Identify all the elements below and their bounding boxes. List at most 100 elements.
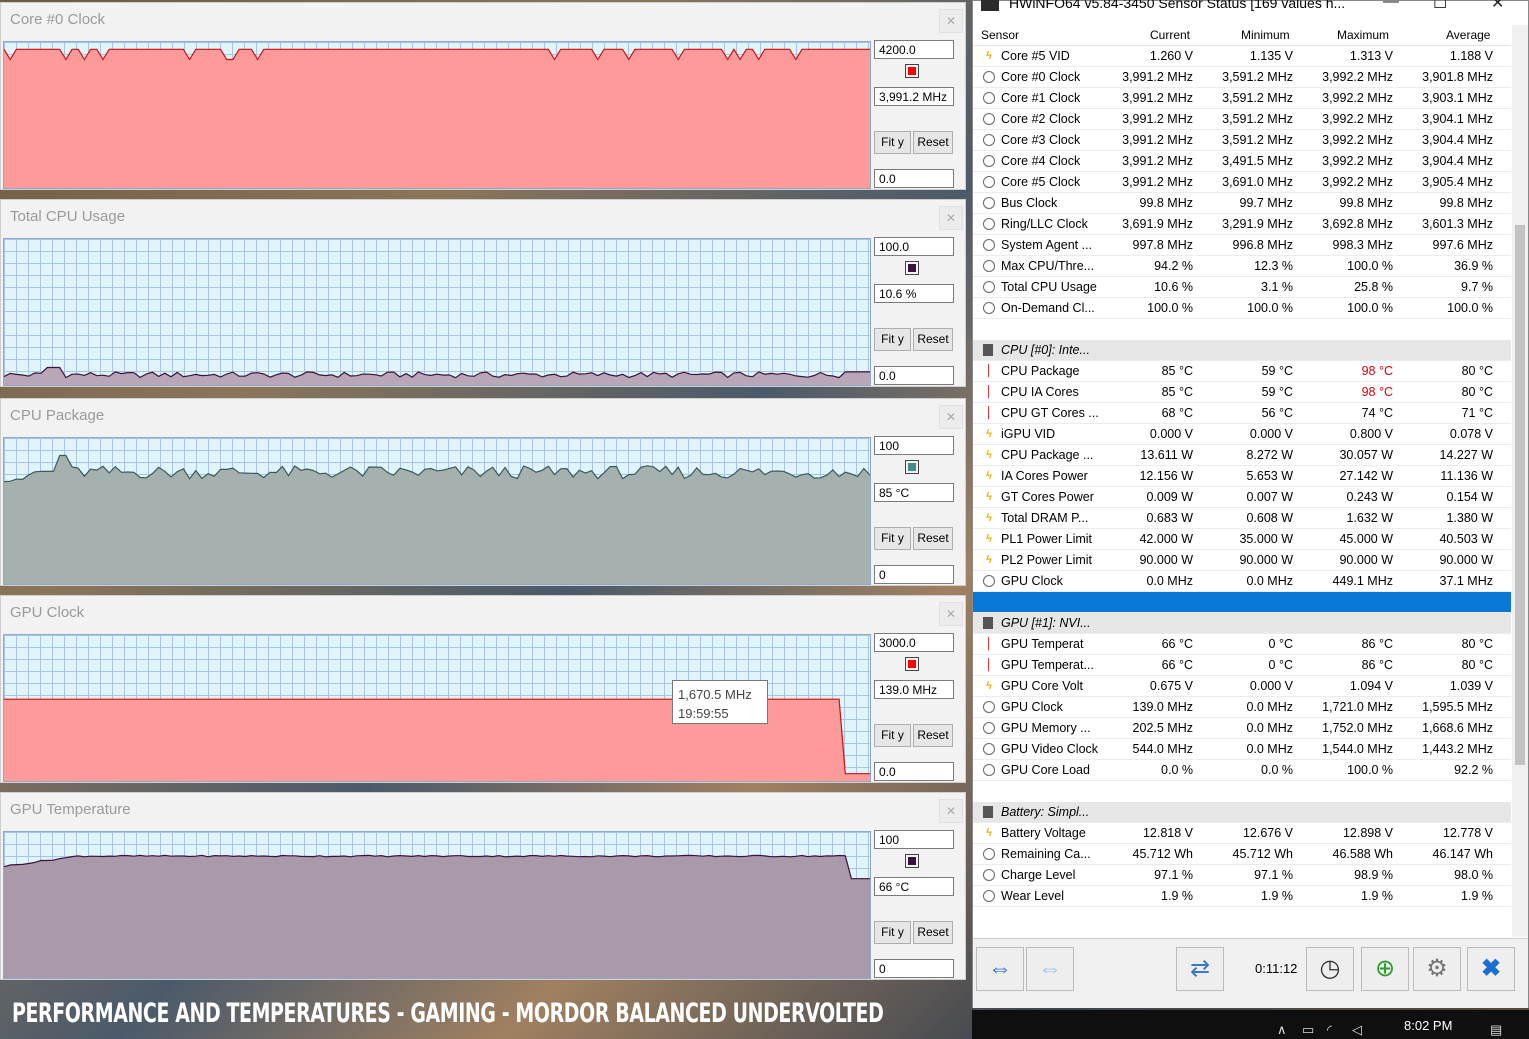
sensor-row[interactable]: Total CPU Usage 10.6 % 3.1 % 25.8 % 9.7 %: [973, 277, 1511, 298]
add-report-icon[interactable]: ⊕: [1361, 947, 1409, 991]
graph-max-input[interactable]: 3000.0: [874, 633, 954, 652]
reset-button[interactable]: Reset: [913, 131, 953, 154]
graph-close-icon[interactable]: ✕: [939, 206, 963, 230]
sensor-row[interactable]: Wear Level 1.9 % 1.9 % 1.9 % 1.9 %: [973, 886, 1511, 907]
graph-close-icon[interactable]: ✕: [939, 405, 963, 429]
volume-icon[interactable]: ◁: [1352, 1022, 1362, 1038]
arrows-left-right-icon[interactable]: ⇔: [976, 947, 1024, 991]
battery-icon[interactable]: ▭: [1302, 1022, 1314, 1038]
reset-button[interactable]: Reset: [913, 328, 953, 351]
sensor-row[interactable]: ϟ PL1 Power Limit 42.000 W 35.000 W 45.000 W…: [973, 529, 1511, 550]
gauge-icon: [983, 869, 995, 881]
sensor-row[interactable]: Core #5 Clock 3,991.2 MHz 3,691.0 MHz 3,992…: [973, 172, 1511, 193]
fit-y-button[interactable]: Fit y: [874, 328, 911, 351]
graph-max-input[interactable]: 100: [874, 830, 954, 849]
sensor-group-header[interactable]: GPU [#1]: NVI...: [973, 613, 1511, 634]
sensor-row[interactable]: On-Demand Cl... 100.0 % 100.0 % 100.0 % 100.…: [973, 298, 1511, 319]
graph-color-swatch[interactable]: [905, 657, 919, 671]
maximize-icon[interactable]: ☐: [1433, 0, 1447, 13]
reset-button[interactable]: Reset: [913, 724, 953, 747]
graph-min-input[interactable]: 0.0: [874, 762, 954, 781]
fit-y-button[interactable]: Fit y: [874, 921, 911, 944]
graph-plot[interactable]: [3, 238, 871, 386]
sensor-row[interactable]: ϟ GPU Core Volt 0.675 V 0.000 V 1.094 V 1.039…: [973, 676, 1511, 697]
sensor-row[interactable]: Core #2 Clock 3,991.2 MHz 3,591.2 MHz 3,992…: [973, 109, 1511, 130]
fit-y-button[interactable]: Fit y: [874, 131, 911, 154]
sensor-row[interactable]: ϟ IA Cores Power 12.156 W 5.653 W 27.142 W 11…: [973, 466, 1511, 487]
arrows-collapse-icon[interactable]: ⇔: [1026, 947, 1074, 991]
sensor-row[interactable]: System Agent ... 997.8 MHz 996.8 MHz 998.3 …: [973, 235, 1511, 256]
sensor-row[interactable]: Remaining Ca... 45.712 Wh 45.712 Wh 46.588 …: [973, 844, 1511, 865]
sensor-list[interactable]: ϟ Core #5 VID 1.260 V 1.135 V 1.313 V 1.188 V…: [973, 46, 1511, 936]
close-icon[interactable]: ✕: [1491, 0, 1504, 13]
sensor-row[interactable]: GPU Clock 0.0 MHz 0.0 MHz 449.1 MHz 37.1 MHz: [973, 571, 1511, 592]
col-current[interactable]: Current: [1150, 28, 1190, 42]
graph-min-input[interactable]: 0: [874, 565, 954, 584]
sensor-row[interactable]: ϟ CPU Package ... 13.611 W 8.272 W 30.057 W1…: [973, 445, 1511, 466]
sensor-group-header[interactable]: CPU [#0]: Inte...: [973, 340, 1511, 361]
graph-max-input[interactable]: 100.0: [874, 237, 954, 256]
sensor-row[interactable]: │ CPU GT Cores ... 68 °C 56 °C 74 °C 71 °C: [973, 403, 1511, 424]
sensor-row[interactable]: Core #0 Clock 3,991.2 MHz 3,591.2 MHz 3,992…: [973, 67, 1511, 88]
sensor-row[interactable]: ϟ Battery Voltage 12.818 V 12.676 V 12.898 V…: [973, 823, 1511, 844]
graph-plot[interactable]: [3, 437, 871, 585]
sensor-row[interactable]: │ GPU Temperat... 66 °C 0 °C 86 °C 80 °C: [973, 655, 1511, 676]
graph-close-icon[interactable]: ✕: [939, 602, 963, 626]
sensor-row[interactable]: Core #4 Clock 3,991.2 MHz 3,491.5 MHz 3,992…: [973, 151, 1511, 172]
sensor-row[interactable]: [973, 592, 1511, 613]
sensor-row[interactable]: GPU Core Load 0.0 % 0.0 % 100.0 % 92.2 %: [973, 760, 1511, 781]
minimize-icon[interactable]: —: [1383, 0, 1399, 11]
col-maximum[interactable]: Maximum: [1337, 28, 1389, 42]
sensor-row[interactable]: Core #1 Clock 3,991.2 MHz 3,591.2 MHz 3,992…: [973, 88, 1511, 109]
fit-y-button[interactable]: Fit y: [874, 724, 911, 747]
sensor-row[interactable]: │ CPU IA Cores 85 °C 59 °C 98 °C 80 °C: [973, 382, 1511, 403]
window-titlebar[interactable]: HWiNFO64 v5.84-3450 Sensor Status [169 v…: [973, 0, 1528, 23]
graph-color-swatch[interactable]: [905, 460, 919, 474]
sensor-row[interactable]: [973, 781, 1511, 802]
sensor-row[interactable]: GPU Video Clock 544.0 MHz 0.0 MHz 1,544.0 M…: [973, 739, 1511, 760]
sensor-row[interactable]: ϟ GT Cores Power 0.009 W 0.007 W 0.243 W 0.15…: [973, 487, 1511, 508]
chevron-up-icon[interactable]: ∧: [1277, 1022, 1287, 1038]
sensor-row[interactable]: │ CPU Package 85 °C 59 °C 98 °C 80 °C: [973, 361, 1511, 382]
graph-max-input[interactable]: 4200.0: [874, 40, 954, 59]
graph-min-input[interactable]: 0.0: [874, 366, 954, 385]
sensor-row[interactable]: Charge Level 97.1 % 97.1 % 98.9 % 98.0 %: [973, 865, 1511, 886]
reset-button[interactable]: Reset: [913, 527, 953, 550]
sensor-row[interactable]: ϟ iGPU VID 0.000 V 0.000 V 0.800 V 0.078 V: [973, 424, 1511, 445]
graph-plot[interactable]: [3, 831, 871, 979]
network-icon[interactable]: ⇄: [1176, 947, 1224, 991]
sensor-row[interactable]: Bus Clock 99.8 MHz 99.7 MHz 99.8 MHz 99.8 MH…: [973, 193, 1511, 214]
graph-min-input[interactable]: 0: [874, 959, 954, 978]
reset-button[interactable]: Reset: [913, 921, 953, 944]
fit-y-button[interactable]: Fit y: [874, 527, 911, 550]
sensor-row[interactable]: Max CPU/Thre... 94.2 % 12.3 % 100.0 % 36.9 %: [973, 256, 1511, 277]
scroll-thumb[interactable]: [1515, 225, 1525, 765]
sensor-row[interactable]: [973, 319, 1511, 340]
sensor-row[interactable]: GPU Memory ... 202.5 MHz 0.0 MHz 1,752.0 MH…: [973, 718, 1511, 739]
sensor-row[interactable]: Core #3 Clock 3,991.2 MHz 3,591.2 MHz 3,992…: [973, 130, 1511, 151]
close-sensors-icon[interactable]: ✖: [1467, 947, 1515, 991]
graph-plot[interactable]: [3, 41, 871, 189]
wifi-icon[interactable]: ◜: [1327, 1022, 1332, 1038]
graph-color-swatch[interactable]: [905, 64, 919, 78]
col-average[interactable]: Average: [1446, 28, 1490, 42]
graph-close-icon[interactable]: ✕: [939, 799, 963, 823]
sensor-row[interactable]: ϟ Core #5 VID 1.260 V 1.135 V 1.313 V 1.188 V: [973, 46, 1511, 67]
sensor-group-header[interactable]: Battery: Simpl...: [973, 802, 1511, 823]
col-minimum[interactable]: Minimum: [1241, 28, 1290, 42]
sensor-row[interactable]: Ring/LLC Clock 3,691.9 MHz 3,291.9 MHz 3,69…: [973, 214, 1511, 235]
sensor-row[interactable]: ϟ PL2 Power Limit 90.000 W 90.000 W 90.000 W…: [973, 550, 1511, 571]
gear-icon[interactable]: ⚙: [1413, 947, 1461, 991]
graph-max-input[interactable]: 100: [874, 436, 954, 455]
graph-min-input[interactable]: 0.0: [874, 169, 954, 188]
vertical-scrollbar[interactable]: [1512, 25, 1528, 937]
notifications-icon[interactable]: ▤: [1490, 1022, 1502, 1038]
sensor-row[interactable]: │ GPU Temperat 66 °C 0 °C 86 °C 80 °C: [973, 634, 1511, 655]
clock-icon[interactable]: ◷: [1306, 947, 1354, 991]
graph-color-swatch[interactable]: [905, 261, 919, 275]
col-sensor[interactable]: Sensor: [981, 28, 1019, 42]
graph-color-swatch[interactable]: [905, 854, 919, 868]
sensor-row[interactable]: ϟ Total DRAM P... 0.683 W 0.608 W 1.632 W 1.3…: [973, 508, 1511, 529]
graph-close-icon[interactable]: ✕: [939, 9, 963, 33]
sensor-row[interactable]: GPU Clock 139.0 MHz 0.0 MHz 1,721.0 MHz 1,59…: [973, 697, 1511, 718]
